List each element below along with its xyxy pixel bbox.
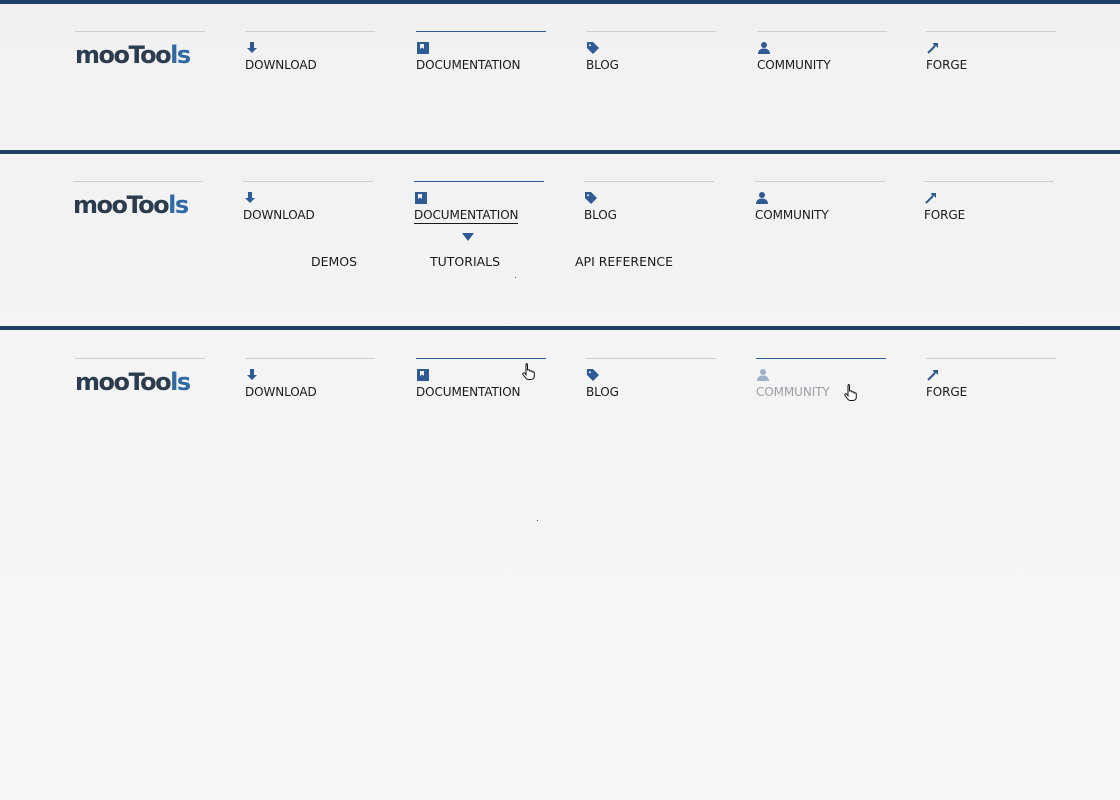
logo[interactable]: mooTools	[73, 181, 203, 217]
nav-label: DOWNLOAD	[243, 208, 315, 222]
nav-forge[interactable]: FORGE	[926, 358, 1056, 408]
nav-label: FORGE	[926, 385, 968, 399]
artifact-dot	[515, 277, 516, 278]
nav-documentation[interactable]: DOCUMENTATION	[414, 181, 544, 231]
download-icon	[245, 41, 259, 55]
tag-icon	[586, 368, 600, 382]
user-icon	[756, 368, 770, 382]
nav-download[interactable]: DOWNLOAD	[243, 181, 373, 231]
book-icon	[416, 368, 430, 382]
nav-label: BLOG	[586, 385, 619, 399]
nav-forge[interactable]: FORGE	[924, 181, 1054, 231]
download-icon	[245, 368, 259, 382]
nav-documentation[interactable]: DOCUMENTATION	[416, 31, 546, 81]
book-icon	[416, 41, 430, 55]
nav-documentation[interactable]: DOCUMENTATION	[416, 358, 546, 408]
nav-label: BLOG	[584, 208, 617, 222]
band-divider	[0, 326, 1120, 330]
band-divider	[0, 150, 1120, 154]
nav-label: COMMUNITY	[757, 58, 831, 72]
hammer-icon	[926, 41, 940, 55]
nav-label: FORGE	[924, 208, 966, 222]
nav-label: DOWNLOAD	[245, 385, 317, 399]
nav-download[interactable]: DOWNLOAD	[245, 358, 375, 408]
nav-blog[interactable]: BLOG	[586, 358, 716, 408]
nav-label: DOCUMENTATION	[416, 58, 521, 72]
nav-label: FORGE	[926, 58, 968, 72]
nav-label: DOWNLOAD	[245, 58, 317, 72]
tag-icon	[586, 41, 600, 55]
nav-label: DOCUMENTATION	[416, 385, 521, 399]
nav-community[interactable]: COMMUNITY	[755, 181, 885, 231]
hammer-icon	[924, 191, 938, 205]
nav-label: COMMUNITY	[755, 208, 829, 222]
logo[interactable]: mooTools	[75, 31, 205, 67]
nav-blog[interactable]: BLOG	[586, 31, 716, 81]
hammer-icon	[926, 368, 940, 382]
nav-blog[interactable]: BLOG	[584, 181, 714, 231]
submenu-caret-icon	[462, 233, 474, 241]
submenu-tutorials[interactable]: TUTORIALS	[430, 254, 500, 269]
book-icon	[414, 191, 428, 205]
hand-cursor-icon	[844, 384, 857, 401]
user-icon	[755, 191, 769, 205]
download-icon	[243, 191, 257, 205]
nav-forge[interactable]: FORGE	[926, 31, 1056, 81]
artifact-dot	[537, 520, 538, 521]
submenu-demos[interactable]: DEMOS	[311, 254, 357, 269]
submenu-api-reference[interactable]: API REFERENCE	[575, 254, 673, 269]
logo[interactable]: mooTools	[75, 358, 205, 394]
top-border	[0, 0, 1120, 4]
nav-label: BLOG	[586, 58, 619, 72]
nav-community[interactable]: COMMUNITY	[757, 31, 887, 81]
tag-icon	[584, 191, 598, 205]
user-icon	[757, 41, 771, 55]
nav-label: COMMUNITY	[756, 385, 830, 399]
nav-label: DOCUMENTATION	[414, 208, 519, 224]
nav-community[interactable]: COMMUNITY	[756, 358, 886, 408]
nav-download[interactable]: DOWNLOAD	[245, 31, 375, 81]
